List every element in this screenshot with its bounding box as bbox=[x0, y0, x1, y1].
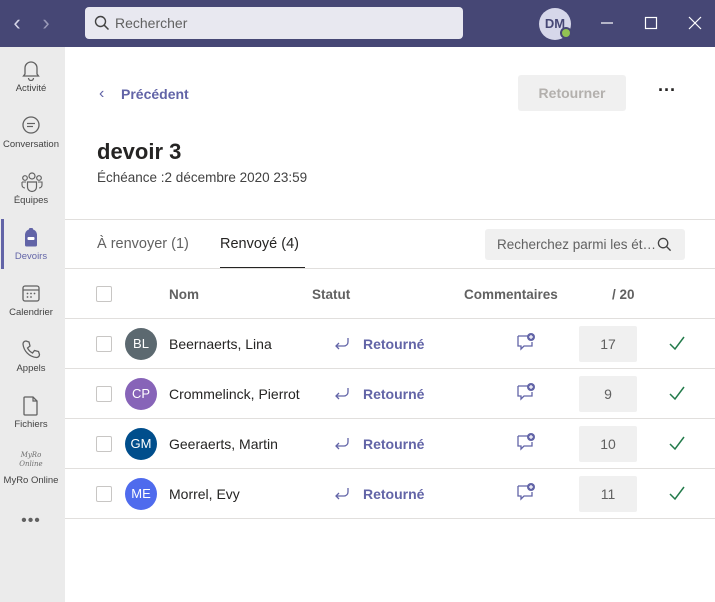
rail-item-assignments[interactable]: Devoirs bbox=[0, 217, 62, 273]
rail-item-calendar[interactable]: Calendrier bbox=[0, 273, 62, 329]
rail-label: Équipes bbox=[13, 195, 49, 206]
minimize-icon[interactable] bbox=[592, 8, 622, 38]
search-input[interactable] bbox=[115, 7, 455, 39]
rail-label: Appels bbox=[16, 363, 46, 374]
checkmark-icon bbox=[669, 486, 685, 501]
column-header-name[interactable]: Nom bbox=[169, 287, 199, 302]
checkmark-icon bbox=[669, 386, 685, 401]
title-bar: ‹ › DM bbox=[0, 0, 715, 47]
assignments-icon bbox=[25, 228, 37, 247]
checkmark-icon bbox=[669, 336, 685, 351]
row-checkbox[interactable] bbox=[96, 386, 112, 402]
back-label: Précédent bbox=[121, 86, 189, 102]
row-checkbox[interactable] bbox=[96, 436, 112, 452]
rail-item-calls[interactable]: Appels bbox=[0, 329, 62, 385]
returned-arrow-icon bbox=[335, 338, 349, 350]
student-name[interactable]: Geeraerts, Martin bbox=[169, 436, 278, 452]
rail-item-files[interactable]: Fichiers bbox=[0, 385, 62, 441]
grade-field[interactable]: 10 bbox=[579, 426, 637, 462]
row-checkbox[interactable] bbox=[96, 336, 112, 352]
rail-active-indicator bbox=[1, 219, 4, 269]
student-search-box[interactable] bbox=[485, 229, 685, 260]
rail-item-conversation[interactable]: Conversation bbox=[0, 105, 62, 161]
rail-item-activity[interactable]: Activité bbox=[0, 49, 62, 105]
returned-arrow-icon bbox=[335, 488, 349, 500]
back-button[interactable]: ‹ Précédent bbox=[99, 83, 189, 105]
returned-arrow-icon bbox=[335, 388, 349, 400]
maximize-icon[interactable] bbox=[636, 8, 666, 38]
return-button[interactable]: Retourner bbox=[518, 75, 626, 111]
table-row[interactable]: GM Geeraerts, Martin Retourné 10 bbox=[65, 419, 715, 469]
student-search-input[interactable] bbox=[497, 229, 657, 260]
avatar: GM bbox=[125, 428, 157, 460]
more-apps-icon[interactable]: ••• bbox=[0, 512, 62, 532]
more-options-icon[interactable]: ··· bbox=[655, 81, 679, 105]
presence-available-icon bbox=[560, 27, 572, 39]
student-name[interactable]: Beernaerts, Lina bbox=[169, 336, 272, 352]
search-box[interactable] bbox=[85, 7, 463, 39]
select-all-checkbox[interactable] bbox=[96, 286, 112, 302]
status-label[interactable]: Retourné bbox=[363, 436, 424, 452]
column-header-comments: Commentaires bbox=[464, 287, 558, 302]
student-name[interactable]: Morrel, Evy bbox=[169, 486, 240, 502]
student-name[interactable]: Crommelinck, Pierrot bbox=[169, 386, 300, 402]
rail-label: Conversation bbox=[3, 139, 59, 150]
avatar: ME bbox=[125, 478, 157, 510]
grade-field[interactable]: 11 bbox=[579, 476, 637, 512]
rail-label: Calendrier bbox=[9, 307, 53, 318]
table-row[interactable]: BL Beernaerts, Lina Retourné 17 bbox=[65, 319, 715, 369]
bell-icon bbox=[22, 61, 40, 81]
column-header-status[interactable]: Statut bbox=[312, 287, 350, 302]
checkmark-icon bbox=[669, 436, 685, 451]
returned-arrow-icon bbox=[335, 438, 349, 450]
myro-logo: MyRo Online bbox=[19, 451, 43, 468]
assignment-detail: ‹ Précédent Retourner ··· devoir 3 Échéa… bbox=[65, 47, 715, 602]
forward-arrow-icon[interactable]: › bbox=[36, 12, 56, 34]
rail-label: MyRo Online bbox=[3, 475, 59, 486]
rail-item-teams[interactable]: Équipes bbox=[0, 161, 62, 217]
due-date: Échéance :2 décembre 2020 23:59 bbox=[97, 170, 308, 185]
app-rail: Activité Conversation Équipes Devoirs Ca… bbox=[0, 47, 65, 602]
row-checkbox[interactable] bbox=[96, 486, 112, 502]
status-label[interactable]: Retourné bbox=[363, 336, 424, 352]
back-arrow-icon[interactable]: ‹ bbox=[7, 12, 27, 34]
phone-icon bbox=[22, 340, 41, 359]
table-row[interactable]: CP Crommelinck, Pierrot Retourné 9 bbox=[65, 369, 715, 419]
tab-returned[interactable]: Renvoyé (4) bbox=[220, 236, 299, 252]
rail-label: Devoirs bbox=[14, 251, 48, 262]
divider bbox=[65, 268, 715, 269]
grade-field[interactable]: 17 bbox=[579, 326, 637, 362]
add-comment-icon[interactable] bbox=[516, 382, 536, 402]
status-label[interactable]: Retourné bbox=[363, 486, 424, 502]
calendar-icon bbox=[22, 285, 40, 302]
assignment-title: devoir 3 bbox=[97, 139, 182, 164]
teams-icon bbox=[21, 172, 43, 193]
rail-label: Activité bbox=[15, 83, 47, 94]
avatar: CP bbox=[125, 378, 157, 410]
search-icon bbox=[94, 15, 110, 31]
chat-icon bbox=[22, 116, 40, 134]
search-icon bbox=[657, 237, 672, 252]
divider bbox=[65, 219, 715, 220]
add-comment-icon[interactable] bbox=[516, 432, 536, 452]
chevron-left-icon: ‹ bbox=[99, 85, 105, 102]
column-header-score: / 20 bbox=[612, 287, 635, 302]
status-label[interactable]: Retourné bbox=[363, 386, 424, 402]
tab-to-return[interactable]: À renvoyer (1) bbox=[97, 236, 189, 252]
close-icon[interactable] bbox=[680, 8, 710, 38]
table-row[interactable]: ME Morrel, Evy Retourné 11 bbox=[65, 469, 715, 519]
grade-field[interactable]: 9 bbox=[579, 376, 637, 412]
avatar: BL bbox=[125, 328, 157, 360]
file-icon bbox=[23, 396, 38, 416]
add-comment-icon[interactable] bbox=[516, 482, 536, 502]
rail-label: Fichiers bbox=[14, 419, 48, 430]
rail-item-myro[interactable]: MyRo Online MyRo Online bbox=[0, 441, 62, 497]
add-comment-icon[interactable] bbox=[516, 332, 536, 352]
